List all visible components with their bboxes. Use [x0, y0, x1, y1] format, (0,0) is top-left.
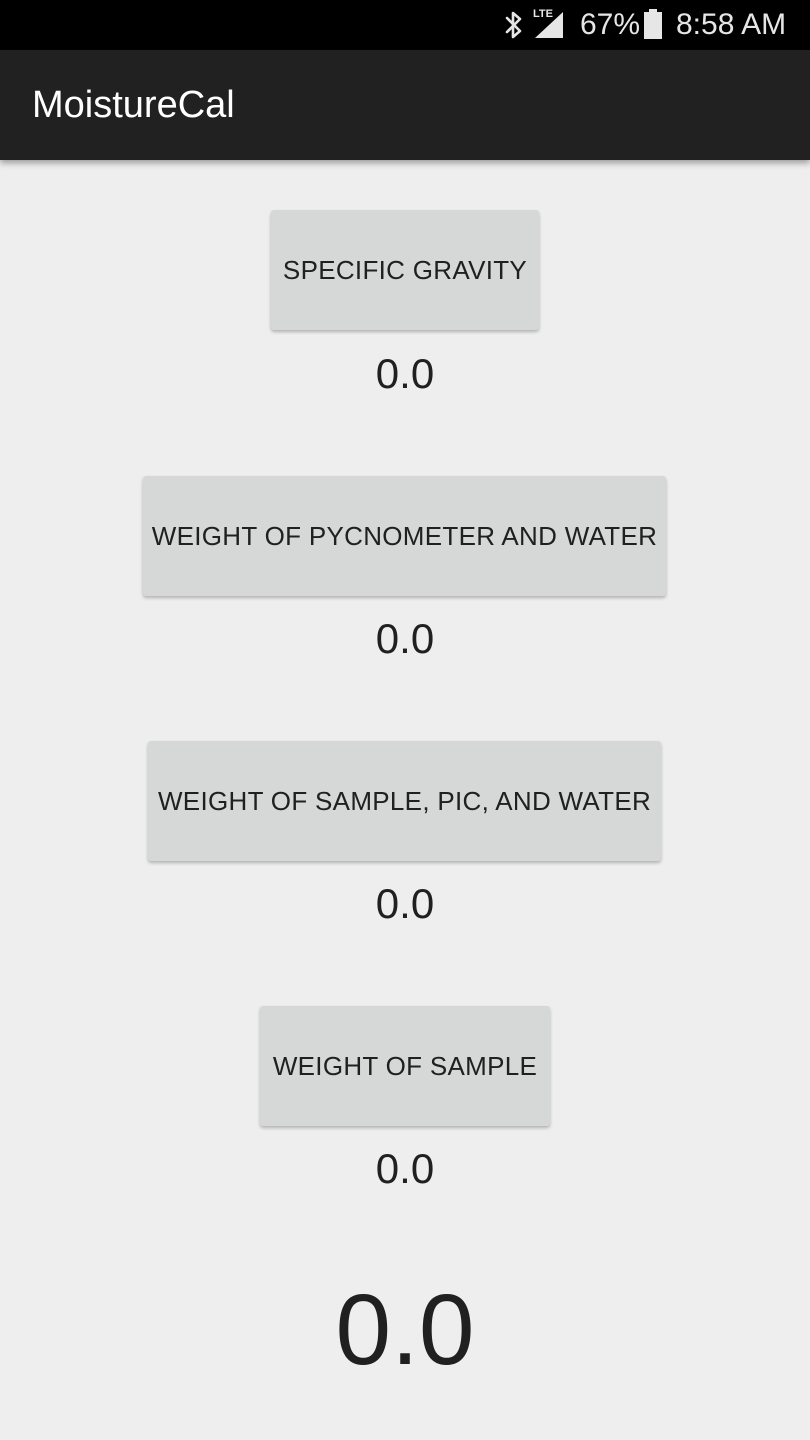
weight-sample-value: 0.0	[375, 1145, 435, 1192]
battery-icon	[644, 9, 662, 39]
app-bar: MoistureCal	[0, 50, 810, 160]
main-content: SPECIFIC GRAVITY 0.0 WEIGHT OF PYCNOMETE…	[0, 160, 810, 1440]
status-bar: LTE 67% 8:58 AM	[0, 0, 810, 50]
weight-pycnometer-water-button[interactable]: WEIGHT OF PYCNOMETER AND WATER	[143, 476, 666, 596]
weight-sample-pic-water-value: 0.0	[375, 880, 435, 927]
weight-pycnometer-water-value: 0.0	[375, 615, 435, 662]
status-time: 8:58 AM	[676, 8, 787, 41]
cell-signal-icon	[535, 12, 563, 38]
specific-gravity-value: 0.0	[375, 350, 435, 397]
result-value: 0.0	[335, 1274, 475, 1386]
weight-sample-button[interactable]: WEIGHT OF SAMPLE	[260, 1006, 550, 1126]
app-title: MoistureCal	[32, 84, 235, 126]
specific-gravity-button[interactable]: SPECIFIC GRAVITY	[271, 210, 539, 330]
bluetooth-icon	[505, 11, 522, 39]
battery-percent: 67%	[580, 8, 641, 41]
weight-sample-pic-water-button[interactable]: WEIGHT OF SAMPLE, PIC, AND WATER	[148, 741, 661, 861]
